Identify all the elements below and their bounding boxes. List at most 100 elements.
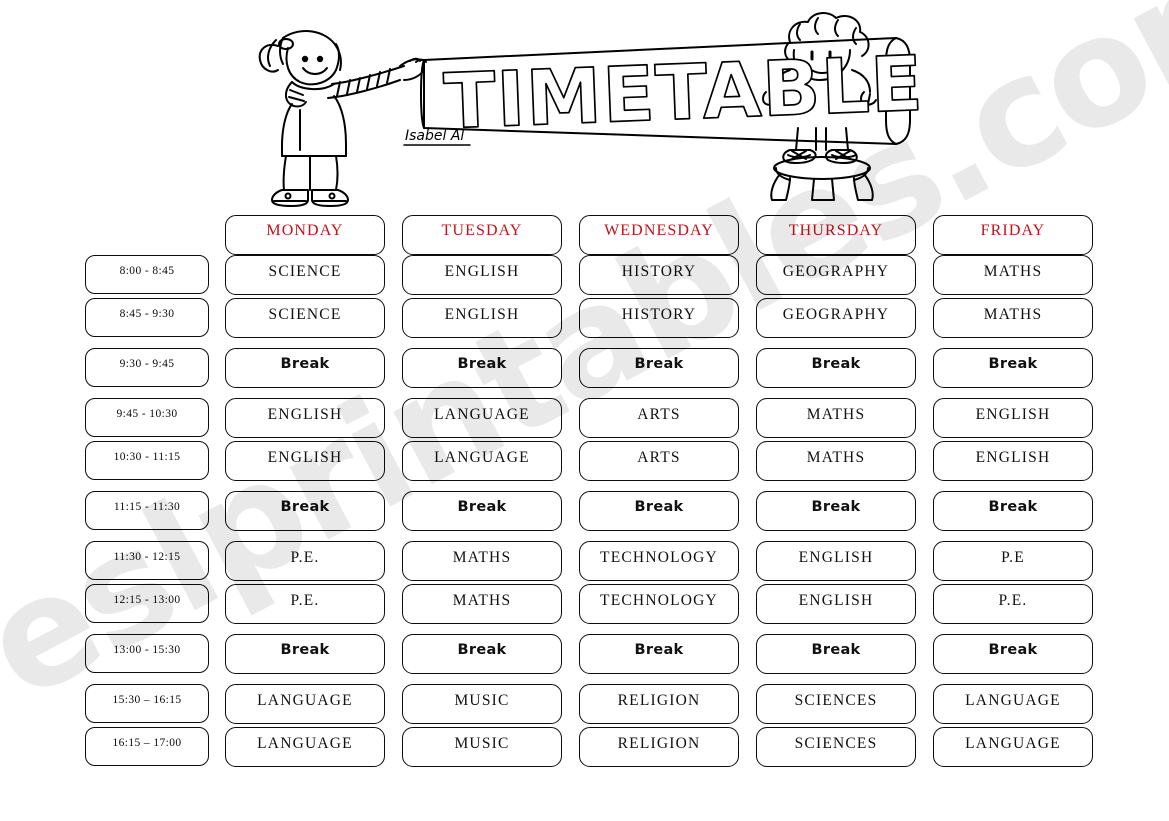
time-slot-cell[interactable]: 8:45 - 9:30 [85, 298, 209, 337]
subject-label: SCIENCES [794, 735, 878, 752]
subject-cell[interactable]: LANGUAGE [402, 398, 562, 438]
subject-cell[interactable]: RELIGION [579, 684, 739, 724]
break-label: Break [457, 356, 507, 372]
day-header-friday[interactable]: FRIDAY [933, 215, 1093, 255]
subject-cell[interactable]: ENGLISH [225, 398, 385, 438]
time-slot-cell[interactable]: 16:15 – 17:00 [85, 727, 209, 766]
subject-cell[interactable]: Break [579, 491, 739, 531]
subject-cell[interactable]: Break [933, 491, 1093, 531]
subject-cell[interactable]: Break [579, 348, 739, 388]
day-header-thursday[interactable]: THURSDAY [756, 215, 916, 255]
subject-label: ENGLISH [267, 449, 343, 466]
time-slot-label: 9:30 - 9:45 [119, 358, 175, 370]
subject-cell[interactable]: GEOGRAPHY [756, 255, 916, 295]
subject-cell[interactable]: HISTORY [579, 255, 739, 295]
subject-cell[interactable]: Break [579, 634, 739, 674]
subject-cell[interactable]: Break [933, 348, 1093, 388]
subject-cell[interactable]: Break [933, 634, 1093, 674]
subject-cell[interactable]: P.E. [225, 584, 385, 624]
subject-cell[interactable]: P.E. [933, 584, 1093, 624]
time-slot-cell[interactable]: 12:15 - 13:00 [85, 584, 209, 623]
subject-cell[interactable]: Break [756, 348, 916, 388]
subject-cell[interactable]: SCIENCE [225, 255, 385, 295]
timetable-row: 9:45 - 10:30 ENGLISH LANGUAGE ARTS MATHS ENGL… [0, 398, 1169, 438]
subject-cell[interactable]: MUSIC [402, 684, 562, 724]
subject-cell[interactable]: Break [756, 634, 916, 674]
subject-cell[interactable]: HISTORY [579, 298, 739, 338]
time-slot-label: 12:15 - 13:00 [113, 594, 181, 606]
subject-cell[interactable]: SCIENCES [756, 727, 916, 767]
subject-cell[interactable]: LANGUAGE [225, 684, 385, 724]
subject-label: MATHS [452, 549, 512, 566]
subject-cell[interactable]: ARTS [579, 398, 739, 438]
time-slot-cell[interactable]: 9:30 - 9:45 [85, 348, 209, 387]
subject-label: SCIENCE [268, 263, 342, 280]
subject-label: TECHNOLOGY [600, 592, 718, 609]
subject-cell[interactable]: MATHS [756, 441, 916, 481]
subject-cell[interactable]: MATHS [756, 398, 916, 438]
time-slot-label: 10:30 - 11:15 [113, 451, 181, 463]
subject-cell[interactable]: Break [402, 348, 562, 388]
subject-cell[interactable]: RELIGION [579, 727, 739, 767]
subject-cell[interactable]: Break [225, 491, 385, 531]
subject-cell[interactable]: Break [402, 634, 562, 674]
subject-cell[interactable]: LANGUAGE [933, 727, 1093, 767]
subject-cell[interactable]: MATHS [933, 298, 1093, 338]
day-header-monday[interactable]: MONDAY [225, 215, 385, 255]
subject-cell[interactable]: SCIENCES [756, 684, 916, 724]
subject-cell[interactable]: Break [756, 491, 916, 531]
day-header-tuesday[interactable]: TUESDAY [402, 215, 562, 255]
subject-cell[interactable]: MATHS [402, 584, 562, 624]
subject-label: LANGUAGE [257, 735, 353, 752]
time-slot-cell[interactable]: 8:00 - 8:45 [85, 255, 209, 294]
subject-cell[interactable]: SCIENCE [225, 298, 385, 338]
subject-cell[interactable]: ENGLISH [933, 398, 1093, 438]
subject-label: LANGUAGE [434, 449, 530, 466]
timetable-header-row: MONDAY TUESDAY WEDNESDAY THURSDAY FRIDAY [0, 215, 1169, 255]
subject-cell[interactable]: TECHNOLOGY [579, 541, 739, 581]
subject-cell[interactable]: TECHNOLOGY [579, 584, 739, 624]
subject-cell[interactable]: MUSIC [402, 727, 562, 767]
time-slot-cell[interactable]: 11:30 - 12:15 [85, 541, 209, 580]
time-slot-label: 8:45 - 9:30 [119, 308, 175, 320]
break-label: Break [280, 356, 330, 372]
subject-cell[interactable]: Break [225, 348, 385, 388]
time-slot-label: 11:30 - 12:15 [113, 551, 181, 563]
subject-cell[interactable]: P.E [933, 541, 1093, 581]
time-slot-cell[interactable]: 15:30 – 16:15 [85, 684, 209, 723]
break-label: Break [280, 499, 330, 515]
subject-cell[interactable]: ENGLISH [756, 584, 916, 624]
subject-cell[interactable]: ENGLISH [225, 441, 385, 481]
subject-label: HISTORY [621, 306, 697, 323]
subject-cell[interactable]: GEOGRAPHY [756, 298, 916, 338]
subject-label: LANGUAGE [434, 406, 530, 423]
subject-cell[interactable]: Break [225, 634, 385, 674]
day-header-wednesday[interactable]: WEDNESDAY [579, 215, 739, 255]
subject-cell[interactable]: ENGLISH [756, 541, 916, 581]
subject-cell[interactable]: MATHS [933, 255, 1093, 295]
timetable-row: 15:30 – 16:15 LANGUAGE MUSIC RELIGION SCIENC… [0, 684, 1169, 724]
subject-label: SCIENCE [268, 306, 342, 323]
subject-cell[interactable]: ENGLISH [933, 441, 1093, 481]
timetable-rows: 8:00 - 8:45 SCIENCE ENGLISH HISTORY GEOGRAPH… [0, 255, 1169, 767]
subject-cell[interactable]: LANGUAGE [933, 684, 1093, 724]
subject-cell[interactable]: P.E. [225, 541, 385, 581]
subject-label: MUSIC [454, 692, 510, 709]
subject-cell[interactable]: ENGLISH [402, 298, 562, 338]
time-slot-cell[interactable]: 13:00 - 15:30 [85, 634, 209, 673]
break-label: Break [457, 499, 507, 515]
subject-cell[interactable]: LANGUAGE [225, 727, 385, 767]
subject-cell[interactable]: ARTS [579, 441, 739, 481]
time-slot-cell[interactable]: 11:15 - 11:30 [85, 491, 209, 530]
time-slot-cell[interactable]: 9:45 - 10:30 [85, 398, 209, 437]
subject-cell[interactable]: Break [402, 491, 562, 531]
subject-cell[interactable]: MATHS [402, 541, 562, 581]
subject-label: MATHS [806, 449, 866, 466]
subject-cell[interactable]: ENGLISH [402, 255, 562, 295]
break-label: Break [988, 356, 1038, 372]
time-slot-cell[interactable]: 10:30 - 11:15 [85, 441, 209, 480]
timetable-row: 13:00 - 15:30 Break Break Break Break Break [0, 634, 1169, 674]
subject-cell[interactable]: LANGUAGE [402, 441, 562, 481]
break-label: Break [811, 642, 861, 658]
break-label: Break [634, 642, 684, 658]
